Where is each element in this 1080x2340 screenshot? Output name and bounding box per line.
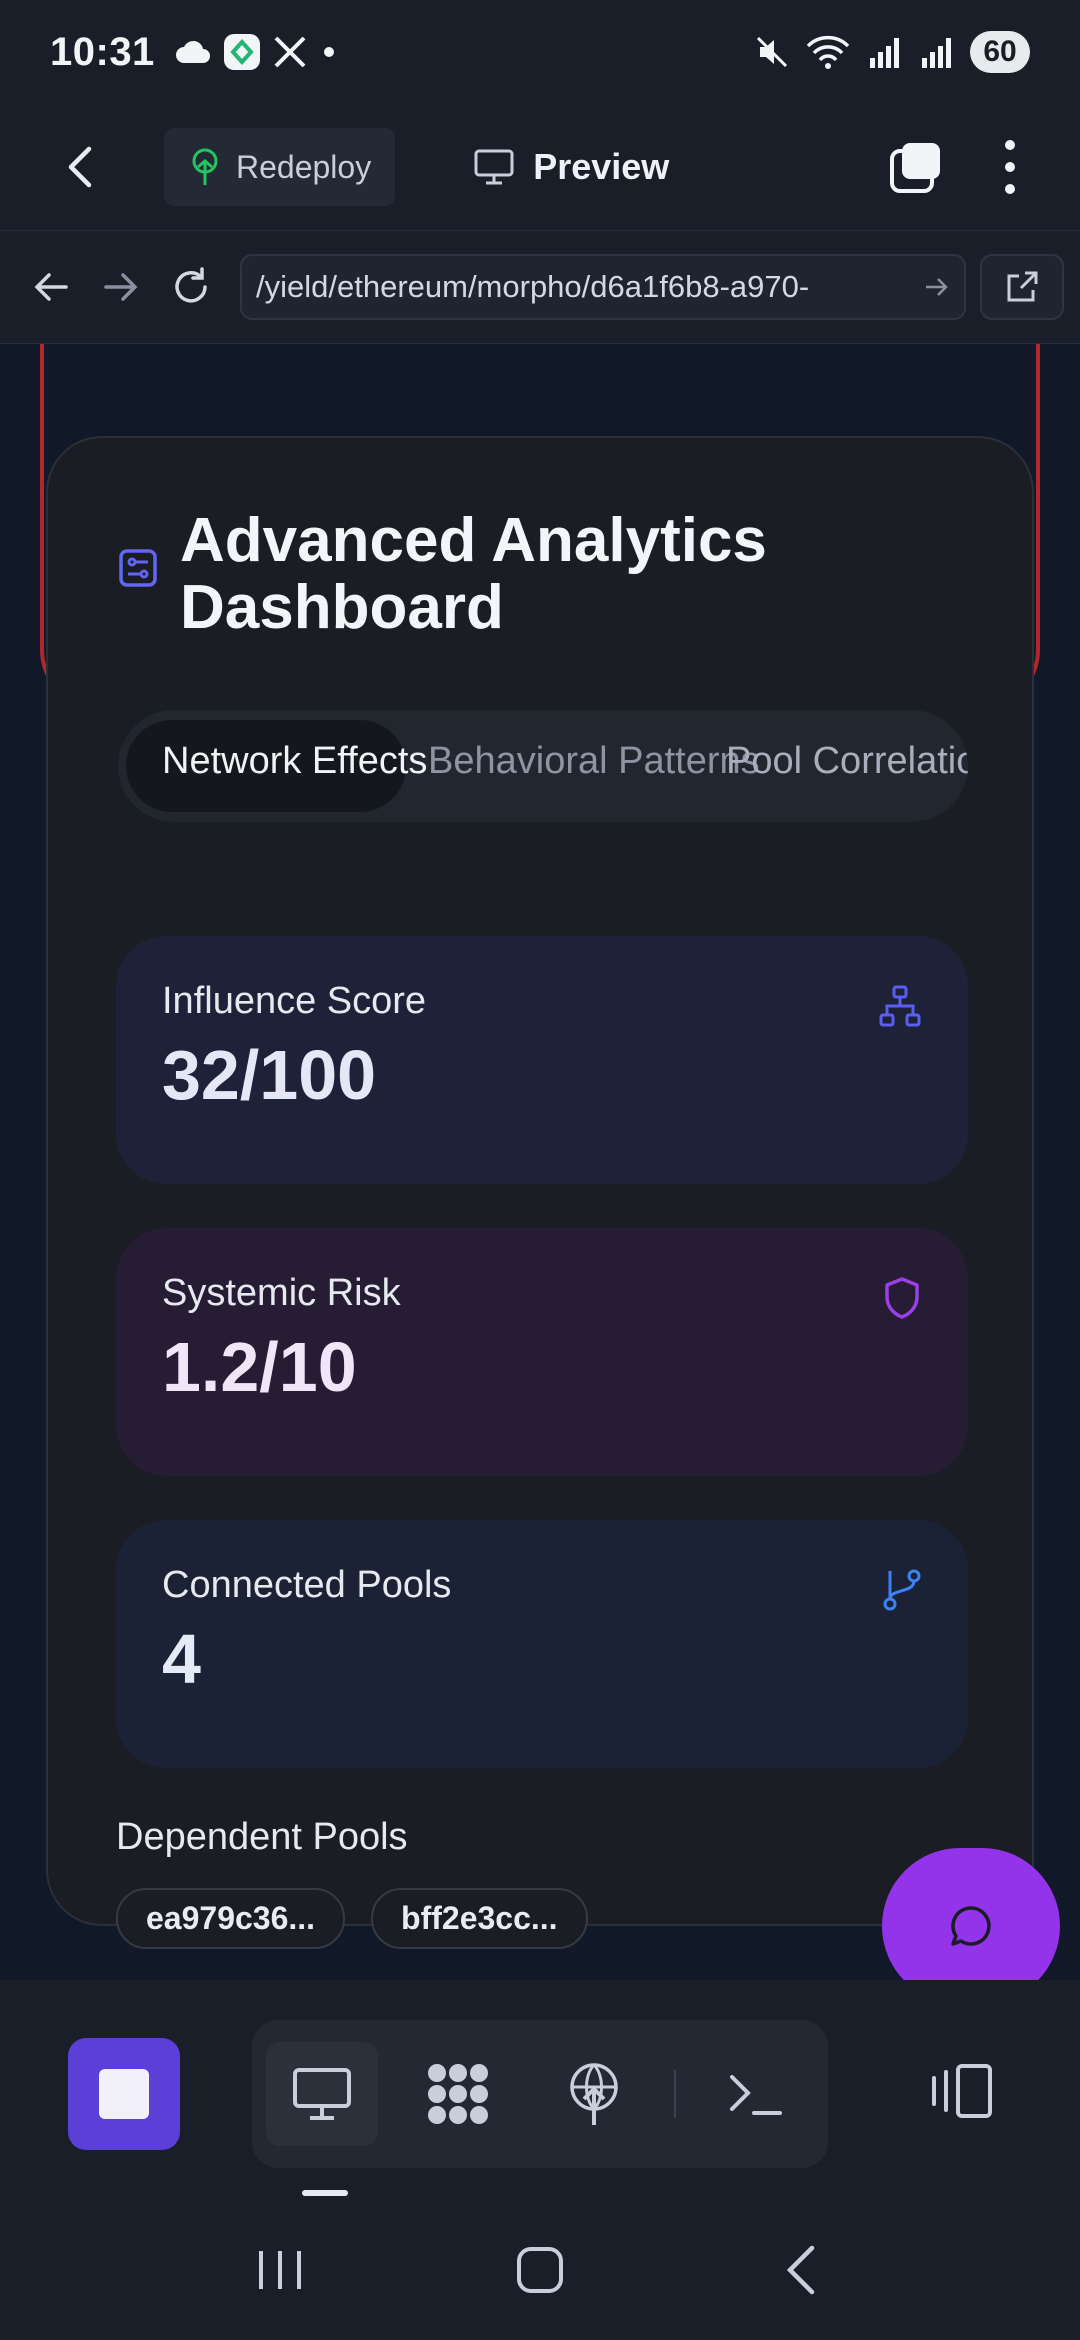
chat-bubble-icon — [951, 1906, 991, 1946]
systemic-risk-card: Systemic Risk 1.2/10 — [116, 1228, 968, 1476]
globe-upload-icon — [570, 2063, 618, 2125]
git-branch-icon — [883, 1569, 921, 1611]
url-input[interactable]: /yield/ethereum/morpho/d6a1f6b8-a970- — [240, 254, 966, 320]
split-view-icon — [932, 2064, 992, 2118]
monitor-icon — [293, 2068, 351, 2120]
signal-icon-2 — [922, 38, 951, 68]
redeploy-label: Redeploy — [236, 148, 372, 185]
stop-button[interactable] — [68, 2038, 180, 2150]
tab-pool-correlations[interactable]: Pool Correlations — [726, 740, 968, 783]
dependent-pools-list: ea979c36... bff2e3cc... — [116, 1888, 588, 1949]
redeploy-button[interactable]: Redeploy — [164, 128, 396, 206]
cloud-icon — [175, 40, 210, 63]
split-view-button[interactable] — [916, 2046, 1006, 2136]
home-icon — [517, 2247, 563, 2293]
apps-tool-button[interactable] — [402, 2042, 514, 2146]
back-button[interactable] — [40, 127, 120, 207]
chevron-left-icon — [68, 146, 92, 188]
analytics-tabs: Network Effects Behavioral Patterns Pool… — [118, 710, 968, 822]
chat-button[interactable] — [882, 1848, 1060, 1980]
signal-icon — [870, 38, 899, 68]
monitor-icon — [474, 149, 514, 185]
more-vertical-icon — [1005, 140, 1015, 194]
dashboard-title: Advanced Analytics Dashboard — [180, 506, 767, 642]
external-link-icon — [1007, 271, 1038, 302]
terminal-icon — [730, 2075, 782, 2115]
battery-indicator: 60 — [970, 31, 1030, 73]
stat-value: 4 — [162, 1620, 201, 1698]
recent-apps-button[interactable] — [230, 2220, 330, 2320]
browser-forward-button[interactable] — [86, 252, 156, 322]
dashboard-header: Advanced Analytics Dashboard — [118, 506, 900, 642]
nodes-icon — [428, 2064, 488, 2124]
browser-back-button[interactable] — [16, 252, 86, 322]
deploy-icon — [192, 148, 218, 185]
reload-button[interactable] — [156, 252, 226, 322]
preview-tool-button[interactable] — [266, 2042, 378, 2146]
pool-chip[interactable]: ea979c36... — [116, 1888, 346, 1949]
x-logo-icon — [274, 36, 306, 68]
dependent-pools-label: Dependent Pools — [116, 1816, 408, 1858]
dock-divider — [674, 2070, 676, 2118]
stat-value: 32/100 — [162, 1036, 377, 1114]
url-bar: /yield/ethereum/morpho/d6a1f6b8-a970- — [0, 230, 1080, 344]
connected-pools-card: Connected Pools 4 — [116, 1520, 968, 1768]
status-time: 10:31 — [50, 29, 155, 74]
arrow-right-icon — [104, 273, 138, 301]
tabs-button[interactable] — [876, 127, 956, 207]
stat-value: 1.2/10 — [162, 1328, 357, 1406]
back-chevron-icon — [786, 2245, 815, 2295]
deploy-tool-button[interactable] — [538, 2042, 650, 2146]
stat-label: Systemic Risk — [162, 1272, 401, 1314]
terminal-tool-button[interactable] — [700, 2042, 812, 2146]
system-navigation-bar — [0, 2200, 1080, 2340]
influence-score-card: Influence Score 32/100 — [116, 936, 968, 1184]
active-tool-indicator — [302, 2190, 348, 2196]
system-back-button[interactable] — [750, 2220, 850, 2320]
dock-tool-group — [252, 2020, 828, 2168]
app-notification-icon — [223, 34, 260, 70]
wifi-icon — [806, 35, 850, 69]
tabs-icon — [890, 143, 940, 193]
recent-apps-icon — [259, 2251, 301, 2289]
preview-button[interactable]: Preview — [473, 146, 669, 188]
more-options-button[interactable] — [980, 127, 1040, 207]
app-toolbar: Redeploy Preview — [0, 104, 1080, 230]
analytics-dashboard-card: Advanced Analytics Dashboard Network Eff… — [46, 436, 1060, 1980]
bottom-dock — [0, 1980, 1080, 2200]
tab-network-effects[interactable]: Network Effects — [162, 740, 427, 783]
status-bar: 10:31 60 — [0, 0, 1080, 104]
go-arrow-icon[interactable] — [924, 275, 950, 299]
home-button[interactable] — [490, 2220, 590, 2320]
reload-icon — [175, 267, 207, 303]
stat-label: Influence Score — [162, 980, 427, 1022]
web-content: Advanced Analytics Dashboard Network Eff… — [0, 344, 1080, 1980]
preview-label: Preview — [533, 146, 670, 187]
stat-label: Connected Pools — [162, 1564, 452, 1606]
network-icon — [879, 985, 921, 1027]
stop-icon — [99, 2069, 149, 2119]
dot-icon — [323, 47, 334, 57]
open-external-button[interactable] — [980, 254, 1064, 320]
tab-behavioral-patterns[interactable]: Behavioral Patterns — [428, 740, 760, 783]
mute-icon — [756, 36, 788, 68]
arrow-left-icon — [34, 273, 68, 301]
shield-icon — [885, 1277, 919, 1319]
pool-chip[interactable]: bff2e3cc... — [371, 1888, 588, 1949]
url-text: /yield/ethereum/morpho/d6a1f6b8-a970- — [256, 269, 810, 304]
analytics-icon — [119, 549, 157, 587]
